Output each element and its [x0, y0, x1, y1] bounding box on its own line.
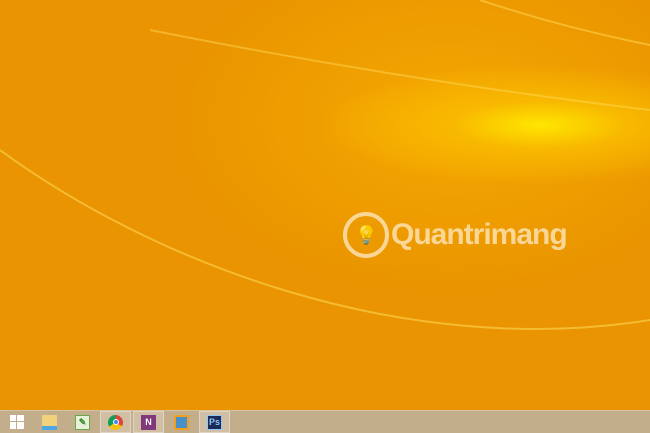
- taskbar-chrome[interactable]: [100, 411, 131, 433]
- start-button[interactable]: [0, 411, 33, 433]
- taskbar-file-explorer[interactable]: [33, 411, 66, 433]
- onenote-icon: N: [141, 414, 156, 430]
- photoshop-label: Ps: [208, 417, 220, 427]
- wallpaper-swoosh: [149, 29, 650, 111]
- wallpaper-swooshes: [0, 0, 650, 330]
- taskbar-onenote[interactable]: N: [133, 411, 164, 433]
- watermark-text: Quantrimang: [391, 218, 568, 251]
- folder-icon: [42, 414, 57, 430]
- taskbar-vmware[interactable]: [165, 411, 198, 433]
- photoshop-icon: Ps: [207, 414, 222, 430]
- onenote-label: N: [145, 417, 152, 427]
- vmware-icon: [174, 414, 189, 430]
- desktop-wallpaper: 💡 Quantrimang: [0, 0, 650, 410]
- windows-logo-icon: [9, 415, 24, 429]
- taskbar-paint[interactable]: ✎: [66, 411, 99, 433]
- taskbar: ✎ N Ps: [0, 410, 650, 433]
- wallpaper-swoosh: [479, 0, 650, 46]
- lightbulb-icon: 💡: [343, 212, 389, 258]
- taskbar-photoshop[interactable]: Ps: [199, 411, 230, 433]
- paint-icon: ✎: [75, 414, 90, 430]
- watermark: 💡 Quantrimang: [343, 212, 568, 258]
- chrome-icon: [108, 414, 123, 430]
